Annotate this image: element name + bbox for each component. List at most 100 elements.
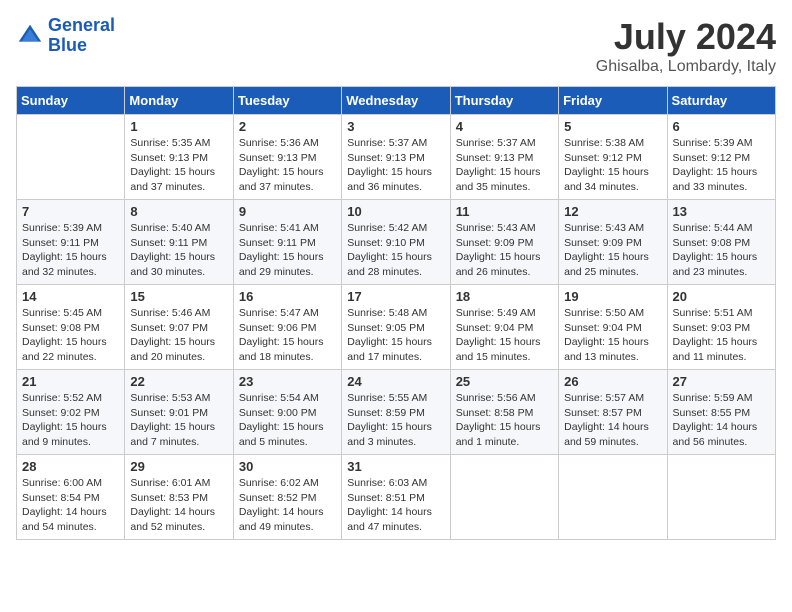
- weekday-header-cell: Monday: [125, 87, 233, 115]
- calendar-cell: 2 Sunrise: 5:36 AM Sunset: 9:13 PM Daylig…: [233, 115, 341, 200]
- calendar-week-row: 28 Sunrise: 6:00 AM Sunset: 8:54 PM Dayli…: [17, 455, 776, 540]
- day-number: 14: [22, 289, 119, 304]
- day-number: 4: [456, 119, 553, 134]
- calendar-cell: 26Sunrise: 5:57 AM Sunset: 8:57 PM Dayli…: [559, 370, 667, 455]
- day-number: 27: [673, 374, 770, 389]
- day-number: 23: [239, 374, 336, 389]
- day-number: 17: [347, 289, 444, 304]
- day-info: Sunrise: 5:43 AM Sunset: 9:09 PM Dayligh…: [564, 221, 661, 280]
- month-title: July 2024: [596, 16, 776, 58]
- calendar-week-row: 1 Sunrise: 5:35 AM Sunset: 9:13 PM Daylig…: [17, 115, 776, 200]
- day-number: 30: [239, 459, 336, 474]
- day-info: Sunrise: 5:53 AM Sunset: 9:01 PM Dayligh…: [130, 391, 227, 450]
- day-info: Sunrise: 5:56 AM Sunset: 8:58 PM Dayligh…: [456, 391, 553, 450]
- day-number: 24: [347, 374, 444, 389]
- day-number: 25: [456, 374, 553, 389]
- calendar-cell: [450, 455, 558, 540]
- day-number: 31: [347, 459, 444, 474]
- calendar-cell: 27Sunrise: 5:59 AM Sunset: 8:55 PM Dayli…: [667, 370, 775, 455]
- day-info: Sunrise: 5:39 AM Sunset: 9:11 PM Dayligh…: [22, 221, 119, 280]
- day-number: 29: [130, 459, 227, 474]
- calendar-cell: 5Sunrise: 5:38 AM Sunset: 9:12 PM Daylig…: [559, 115, 667, 200]
- day-info: Sunrise: 5:51 AM Sunset: 9:03 PM Dayligh…: [673, 306, 770, 365]
- day-info: Sunrise: 5:47 AM Sunset: 9:06 PM Dayligh…: [239, 306, 336, 365]
- day-number: 1: [130, 119, 227, 134]
- day-number: 28: [22, 459, 119, 474]
- calendar-cell: 17 Sunrise: 5:48 AM Sunset: 9:05 PM Dayli…: [342, 285, 450, 370]
- day-info: Sunrise: 5:55 AM Sunset: 8:59 PM Dayligh…: [347, 391, 444, 450]
- calendar-cell: 11 Sunrise: 5:43 AM Sunset: 9:09 PM Dayli…: [450, 200, 558, 285]
- logo: General Blue: [16, 16, 115, 56]
- day-number: 10: [347, 204, 444, 219]
- title-area: July 2024 Ghisalba, Lombardy, Italy: [596, 16, 776, 76]
- day-info: Sunrise: 5:39 AM Sunset: 9:12 PM Dayligh…: [673, 136, 770, 195]
- day-info: Sunrise: 5:36 AM Sunset: 9:13 PM Dayligh…: [239, 136, 336, 195]
- weekday-header-cell: Thursday: [450, 87, 558, 115]
- calendar-cell: 22 Sunrise: 5:53 AM Sunset: 9:01 PM Dayli…: [125, 370, 233, 455]
- day-info: Sunrise: 5:37 AM Sunset: 9:13 PM Dayligh…: [456, 136, 553, 195]
- calendar-cell: 3Sunrise: 5:37 AM Sunset: 9:13 PM Daylig…: [342, 115, 450, 200]
- calendar-cell: 10Sunrise: 5:42 AM Sunset: 9:10 PM Dayli…: [342, 200, 450, 285]
- day-number: 16: [239, 289, 336, 304]
- calendar-cell: 28 Sunrise: 6:00 AM Sunset: 8:54 PM Dayli…: [17, 455, 125, 540]
- day-info: Sunrise: 6:03 AM Sunset: 8:51 PM Dayligh…: [347, 476, 444, 535]
- day-info: Sunrise: 5:49 AM Sunset: 9:04 PM Dayligh…: [456, 306, 553, 365]
- logo-text: General Blue: [48, 16, 115, 56]
- day-number: 3: [347, 119, 444, 134]
- day-info: Sunrise: 6:00 AM Sunset: 8:54 PM Dayligh…: [22, 476, 119, 535]
- day-info: Sunrise: 5:50 AM Sunset: 9:04 PM Dayligh…: [564, 306, 661, 365]
- calendar-week-row: 7Sunrise: 5:39 AM Sunset: 9:11 PM Daylig…: [17, 200, 776, 285]
- day-number: 15: [130, 289, 227, 304]
- day-number: 12: [564, 204, 661, 219]
- calendar-cell: 19Sunrise: 5:50 AM Sunset: 9:04 PM Dayli…: [559, 285, 667, 370]
- day-info: Sunrise: 6:01 AM Sunset: 8:53 PM Dayligh…: [130, 476, 227, 535]
- calendar-cell: 29 Sunrise: 6:01 AM Sunset: 8:53 PM Dayli…: [125, 455, 233, 540]
- day-info: Sunrise: 5:44 AM Sunset: 9:08 PM Dayligh…: [673, 221, 770, 280]
- calendar-table: SundayMondayTuesdayWednesdayThursdayFrid…: [16, 86, 776, 540]
- day-info: Sunrise: 5:45 AM Sunset: 9:08 PM Dayligh…: [22, 306, 119, 365]
- day-info: Sunrise: 5:52 AM Sunset: 9:02 PM Dayligh…: [22, 391, 119, 450]
- day-info: Sunrise: 5:40 AM Sunset: 9:11 PM Dayligh…: [130, 221, 227, 280]
- calendar-cell: 23 Sunrise: 5:54 AM Sunset: 9:00 PM Dayli…: [233, 370, 341, 455]
- calendar-cell: 16 Sunrise: 5:47 AM Sunset: 9:06 PM Dayli…: [233, 285, 341, 370]
- day-info: Sunrise: 5:35 AM Sunset: 9:13 PM Dayligh…: [130, 136, 227, 195]
- day-number: 5: [564, 119, 661, 134]
- calendar-cell: [17, 115, 125, 200]
- calendar-cell: 9 Sunrise: 5:41 AM Sunset: 9:11 PM Daylig…: [233, 200, 341, 285]
- calendar-cell: 6 Sunrise: 5:39 AM Sunset: 9:12 PM Daylig…: [667, 115, 775, 200]
- calendar-cell: 12 Sunrise: 5:43 AM Sunset: 9:09 PM Dayli…: [559, 200, 667, 285]
- day-info: Sunrise: 5:54 AM Sunset: 9:00 PM Dayligh…: [239, 391, 336, 450]
- weekday-header-cell: Saturday: [667, 87, 775, 115]
- calendar-cell: 24 Sunrise: 5:55 AM Sunset: 8:59 PM Dayli…: [342, 370, 450, 455]
- day-info: Sunrise: 5:48 AM Sunset: 9:05 PM Dayligh…: [347, 306, 444, 365]
- day-info: Sunrise: 5:43 AM Sunset: 9:09 PM Dayligh…: [456, 221, 553, 280]
- calendar-cell: 13 Sunrise: 5:44 AM Sunset: 9:08 PM Dayli…: [667, 200, 775, 285]
- day-info: Sunrise: 5:41 AM Sunset: 9:11 PM Dayligh…: [239, 221, 336, 280]
- day-number: 26: [564, 374, 661, 389]
- day-number: 2: [239, 119, 336, 134]
- day-number: 20: [673, 289, 770, 304]
- calendar-cell: 14 Sunrise: 5:45 AM Sunset: 9:08 PM Dayli…: [17, 285, 125, 370]
- day-number: 13: [673, 204, 770, 219]
- location: Ghisalba, Lombardy, Italy: [596, 58, 776, 76]
- day-number: 22: [130, 374, 227, 389]
- calendar-cell: [559, 455, 667, 540]
- day-number: 6: [673, 119, 770, 134]
- calendar-week-row: 14 Sunrise: 5:45 AM Sunset: 9:08 PM Dayli…: [17, 285, 776, 370]
- calendar-cell: 1 Sunrise: 5:35 AM Sunset: 9:13 PM Daylig…: [125, 115, 233, 200]
- weekday-header-cell: Tuesday: [233, 87, 341, 115]
- day-number: 21: [22, 374, 119, 389]
- day-number: 9: [239, 204, 336, 219]
- calendar-cell: 21 Sunrise: 5:52 AM Sunset: 9:02 PM Dayli…: [17, 370, 125, 455]
- day-number: 11: [456, 204, 553, 219]
- weekday-header-row: SundayMondayTuesdayWednesdayThursdayFrid…: [17, 87, 776, 115]
- calendar-cell: 30Sunrise: 6:02 AM Sunset: 8:52 PM Dayli…: [233, 455, 341, 540]
- logo-line2: Blue: [48, 35, 87, 55]
- calendar-cell: [667, 455, 775, 540]
- day-number: 8: [130, 204, 227, 219]
- day-info: Sunrise: 5:46 AM Sunset: 9:07 PM Dayligh…: [130, 306, 227, 365]
- calendar-cell: 15 Sunrise: 5:46 AM Sunset: 9:07 PM Dayli…: [125, 285, 233, 370]
- weekday-header-cell: Wednesday: [342, 87, 450, 115]
- logo-line1: General: [48, 15, 115, 35]
- weekday-header-cell: Sunday: [17, 87, 125, 115]
